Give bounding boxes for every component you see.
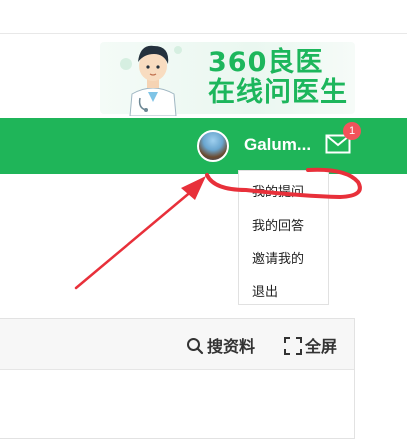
username-label[interactable]: Galum...: [244, 135, 311, 155]
brand-subtitle: 在线问医生: [208, 77, 348, 108]
panel-toolbar: 搜资料 全屏: [0, 319, 354, 370]
search-materials-button[interactable]: 搜资料: [186, 333, 255, 357]
menu-item-my-answers[interactable]: 我的回答: [252, 215, 304, 234]
search-icon: [187, 338, 204, 355]
brand-banner[interactable]: 360良医 在线问医生: [100, 36, 360, 116]
annotation-arrow-head: [181, 176, 206, 200]
fullscreen-label: 全屏: [305, 337, 338, 356]
annotation-arrow-shaft: [74, 188, 195, 290]
brand-title: 360良医: [208, 47, 324, 78]
notification-badge: 1: [343, 122, 361, 140]
menu-item-logout[interactable]: 退出: [252, 281, 278, 300]
fullscreen-button[interactable]: 全屏: [284, 333, 337, 357]
user-avatar[interactable]: [197, 130, 229, 162]
doctor-illustration: [120, 45, 182, 116]
menu-item-my-questions[interactable]: 我的提问: [252, 181, 304, 200]
fullscreen-icon: [284, 337, 302, 355]
content-panel: 搜资料 全屏: [0, 318, 355, 439]
menu-item-invited-me[interactable]: 邀请我的: [252, 248, 304, 267]
search-materials-label: 搜资料: [207, 337, 256, 356]
user-menu-dropdown: 我的提问 我的回答 邀请我的 退出: [238, 170, 329, 305]
page-top-divider: [0, 33, 407, 34]
